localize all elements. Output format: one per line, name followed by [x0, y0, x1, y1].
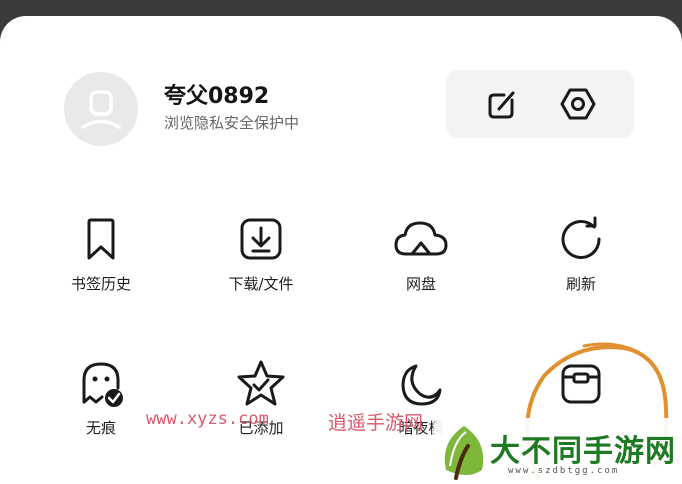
menu-item-bookmarks[interactable]: 书签历史	[46, 214, 156, 294]
settings-hexagon-icon[interactable]	[558, 84, 598, 124]
moon-icon	[401, 364, 442, 406]
refresh-icon	[561, 216, 601, 259]
watermark-url: www.xyzs.com	[146, 409, 269, 429]
download-icon	[240, 218, 282, 260]
bookmark-icon	[87, 218, 115, 260]
header-tools	[446, 70, 634, 138]
user-avatar-icon	[81, 90, 121, 129]
site-logo: 大不同手游网 www.szdbtgg.com	[434, 418, 682, 484]
menu-item-downloads[interactable]: 下载/文件	[206, 214, 316, 294]
browser-menu-sheet: 夸父0892 浏览隐私安全保护中 书签历史 下载/文件 网盘 刷新 无痕 已添加…	[0, 16, 682, 484]
menu-item-label: 下载/文件	[228, 275, 294, 293]
menu-item-label: 网盘	[405, 275, 436, 293]
edit-icon[interactable]	[482, 84, 522, 124]
leaf-logo-icon	[444, 426, 484, 480]
menu-item-label: 刷新	[565, 275, 596, 293]
ghost-icon	[82, 362, 123, 407]
avatar[interactable]	[64, 72, 138, 146]
logo-domain: www.szdbtgg.com	[508, 466, 620, 476]
username[interactable]: 夸父0892	[164, 78, 269, 110]
menu-item-cloud-drive[interactable]: 网盘	[366, 214, 476, 294]
privacy-status-text: 浏览隐私安全保护中	[164, 114, 300, 132]
logo-text: 大不同手游网	[490, 434, 676, 469]
menu-item-refresh[interactable]: 刷新	[526, 214, 636, 294]
cloud-icon	[394, 221, 448, 256]
menu-item-label: 书签历史	[70, 275, 131, 293]
star-icon	[237, 360, 285, 406]
watermark-text: 逍遥手游网	[328, 412, 424, 434]
menu-item-label: 无痕	[85, 419, 116, 437]
menu-item-incognito[interactable]: 无痕	[46, 358, 156, 438]
